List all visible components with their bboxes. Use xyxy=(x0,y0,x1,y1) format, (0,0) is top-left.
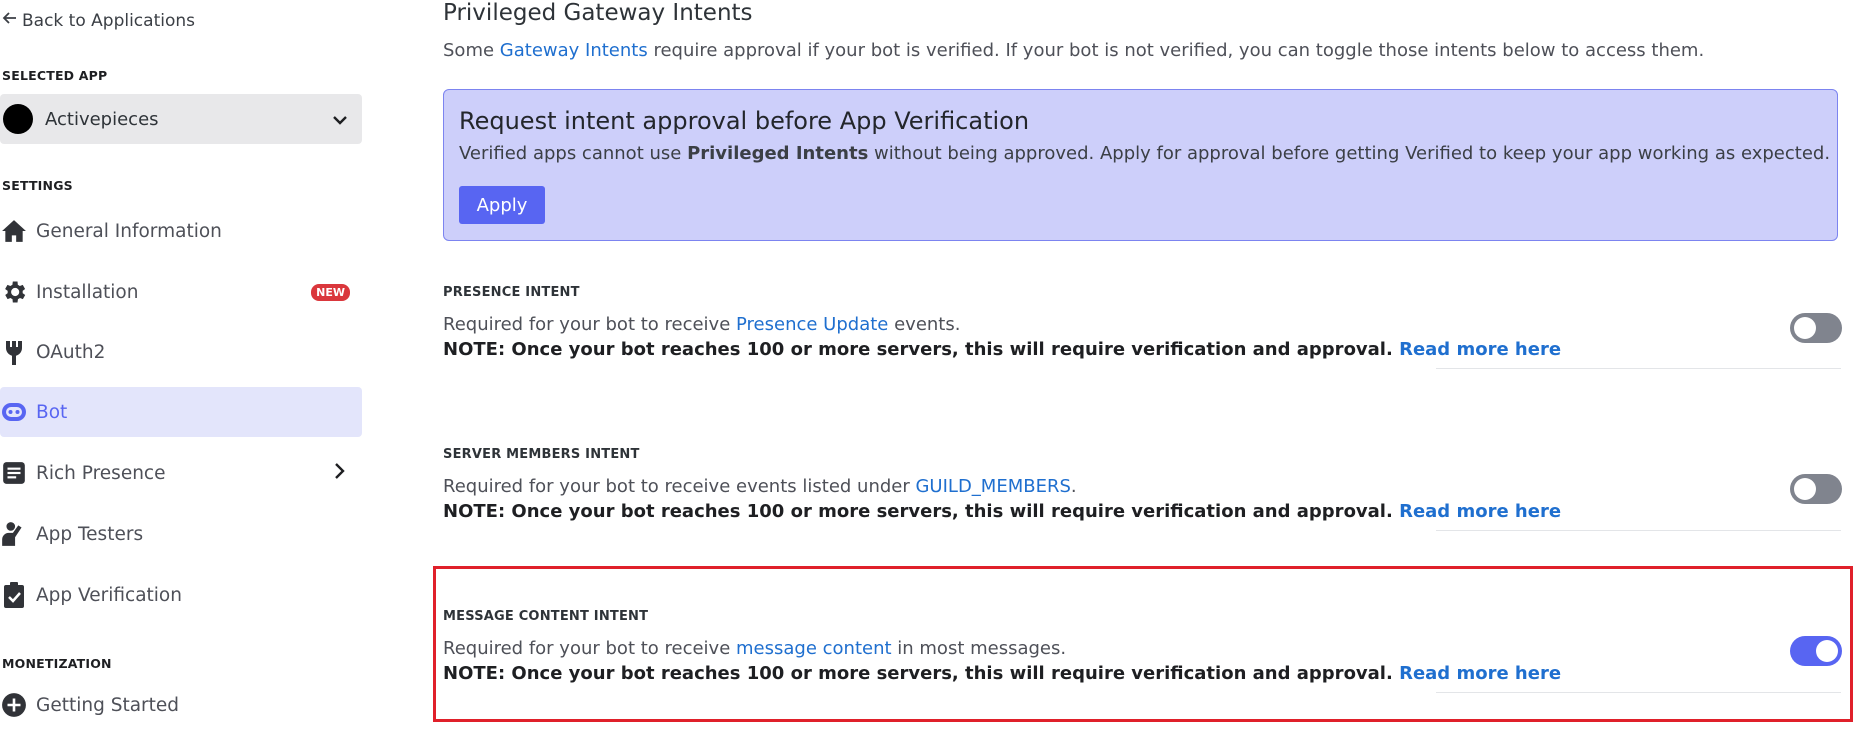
sidebar-item-general-information[interactable]: General Information xyxy=(0,206,362,256)
description-text: Required for your bot to receive xyxy=(443,314,737,335)
arrow-left-icon xyxy=(2,10,18,31)
selected-app-header: SELECTED APP xyxy=(2,68,108,83)
server-members-intent-note: NOTE: Once your bot reaches 100 or more … xyxy=(443,501,1561,522)
server-members-intent-toggle[interactable] xyxy=(1790,474,1842,504)
presence-update-link[interactable]: Presence Update xyxy=(736,314,888,335)
plus-circle-icon xyxy=(0,692,36,718)
note-text: NOTE: Once your bot reaches 100 or more … xyxy=(443,339,1400,360)
description-text: Required for your bot to receive events … xyxy=(443,476,916,497)
subtitle-text: require approval if your bot is verified… xyxy=(647,40,1705,61)
description-text: events. xyxy=(888,314,961,335)
read-more-link[interactable]: Read more here xyxy=(1399,501,1561,522)
chevron-down-icon xyxy=(332,110,348,129)
sidebar-item-label: Rich Presence xyxy=(36,462,166,484)
callout-text-part: Verified apps cannot use xyxy=(459,143,688,164)
wrench-icon xyxy=(0,338,36,366)
guild-members-link[interactable]: GUILD_MEMBERS xyxy=(915,476,1070,497)
apply-button[interactable]: Apply xyxy=(459,186,545,224)
sidebar-item-label: Getting Started xyxy=(36,694,180,716)
sidebar-item-oauth2[interactable]: OAuth2 xyxy=(0,327,362,377)
settings-header: SETTINGS xyxy=(2,178,73,193)
read-more-link[interactable]: Read more here xyxy=(1399,339,1561,360)
sidebar-item-installation[interactable]: Installation NEW xyxy=(0,267,362,317)
presence-intent-description: Required for your bot to receive Presenc… xyxy=(443,314,960,335)
approval-callout: Request intent approval before App Verif… xyxy=(443,89,1838,241)
sidebar-item-label: Bot xyxy=(36,401,68,423)
presence-intent-toggle[interactable] xyxy=(1790,313,1842,343)
divider xyxy=(1436,368,1841,369)
app-avatar xyxy=(3,104,33,134)
sidebar-item-rich-presence[interactable]: Rich Presence xyxy=(0,448,362,498)
person-wave-icon xyxy=(0,520,36,548)
note-text: NOTE: Once your bot reaches 100 or more … xyxy=(443,501,1400,522)
back-to-applications-link[interactable]: Back to Applications xyxy=(2,10,195,31)
server-members-intent-title: SERVER MEMBERS INTENT xyxy=(443,447,640,462)
sidebar-item-app-testers[interactable]: App Testers xyxy=(0,509,362,559)
subtitle-text: Some xyxy=(443,40,500,61)
app-name: Activepieces xyxy=(45,108,159,130)
page-title: Privileged Gateway Intents xyxy=(443,0,753,26)
clipboard-check-icon xyxy=(0,581,36,609)
sidebar-item-label: App Verification xyxy=(36,584,182,606)
description-text: . xyxy=(1070,476,1077,497)
sidebar-item-label: General Information xyxy=(36,220,222,242)
divider xyxy=(1436,530,1841,531)
sidebar-item-app-verification[interactable]: App Verification xyxy=(0,570,362,620)
callout-text-part: without being approved. Apply for approv… xyxy=(868,143,1831,164)
presence-intent-note: NOTE: Once your bot reaches 100 or more … xyxy=(443,339,1561,360)
toggle-knob xyxy=(1794,317,1816,339)
sidebar-item-label: Installation xyxy=(36,281,139,303)
callout-text: Verified apps cannot use Privileged Inte… xyxy=(459,143,1830,164)
page-subtitle: Some Gateway Intents require approval if… xyxy=(443,40,1704,61)
document-icon xyxy=(0,460,36,486)
presence-intent-title: PRESENCE INTENT xyxy=(443,285,580,300)
callout-text-bold: Privileged Intents xyxy=(687,143,869,164)
monetization-header: MONETIZATION xyxy=(2,656,112,671)
sidebar-item-getting-started[interactable]: Getting Started xyxy=(0,680,362,730)
toggle-knob xyxy=(1794,478,1816,500)
server-members-intent-description: Required for your bot to receive events … xyxy=(443,476,1077,497)
gateway-intents-link[interactable]: Gateway Intents xyxy=(500,40,648,61)
new-badge: NEW xyxy=(311,283,350,301)
back-label: Back to Applications xyxy=(22,10,195,31)
sidebar-item-label: OAuth2 xyxy=(36,341,106,363)
bot-icon xyxy=(0,399,36,425)
sidebar-item-label: App Testers xyxy=(36,523,144,545)
sidebar-item-bot[interactable]: Bot xyxy=(0,387,362,437)
chevron-right-icon xyxy=(334,462,346,484)
app-selector[interactable]: Activepieces xyxy=(0,94,362,144)
home-icon xyxy=(0,218,36,244)
callout-title: Request intent approval before App Verif… xyxy=(459,107,1030,135)
gear-icon xyxy=(0,278,36,306)
highlight-box xyxy=(433,566,1853,722)
